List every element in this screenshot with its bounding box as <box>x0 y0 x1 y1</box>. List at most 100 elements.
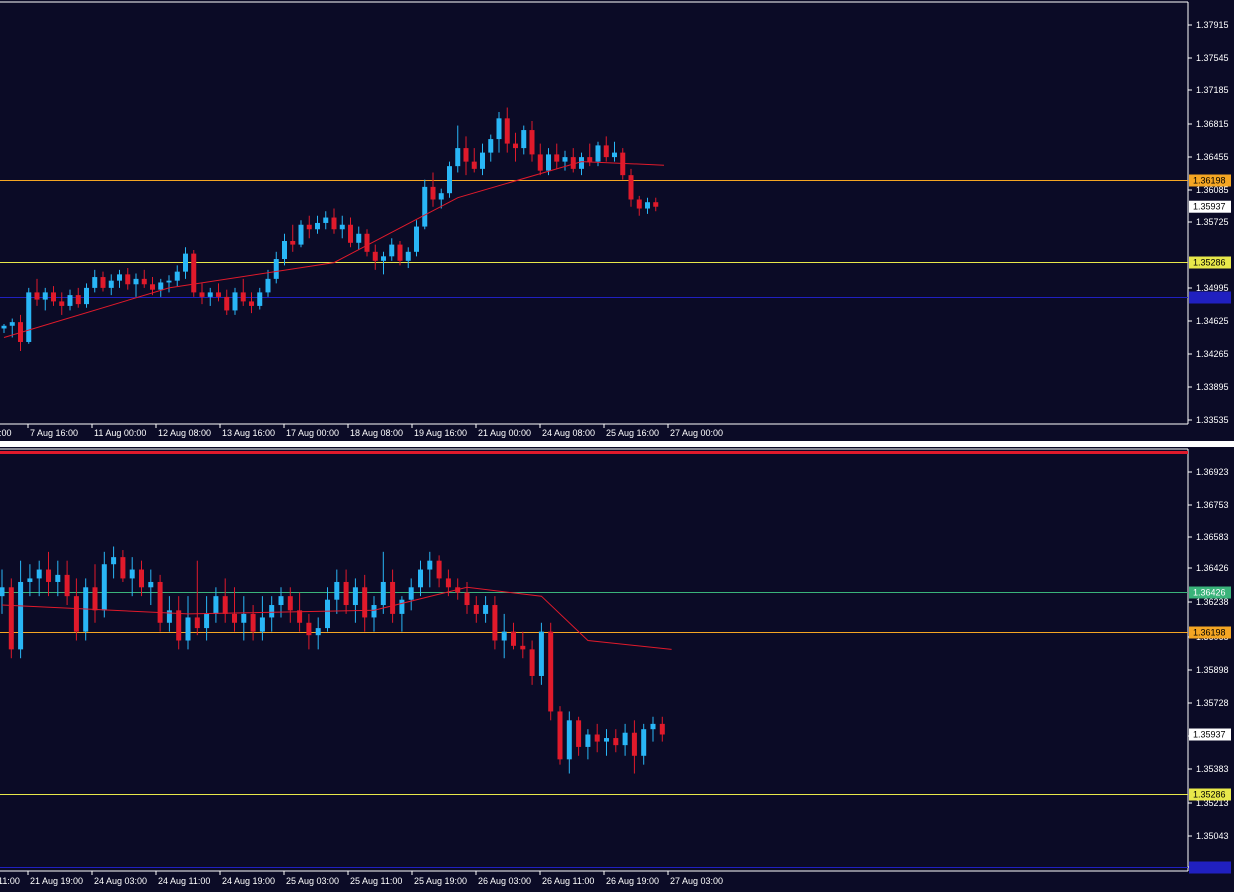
pane0-candle-body[interactable] <box>414 226 419 252</box>
pane0-candle-body[interactable] <box>513 143 518 149</box>
pane0-candle-body[interactable] <box>224 296 230 311</box>
pane1-candle-body[interactable] <box>120 557 126 579</box>
pane0-candle-body[interactable] <box>389 244 395 257</box>
pane0-candle-body[interactable] <box>323 217 329 223</box>
pane0-candle-body[interactable] <box>191 253 197 293</box>
pane0-candle-body[interactable] <box>67 295 73 306</box>
pane1-candle-body[interactable] <box>380 581 386 606</box>
pane1-candle-body[interactable] <box>343 581 349 606</box>
pane0-candle-body[interactable] <box>463 148 469 162</box>
pane1-candle-body[interactable] <box>204 613 210 629</box>
pane0-candle-body[interactable] <box>166 280 172 283</box>
pane0-candle-body[interactable] <box>612 152 617 158</box>
pane1-candle-body[interactable] <box>287 596 293 611</box>
pane1-candle-body[interactable] <box>585 734 591 747</box>
pane1-candle-body[interactable] <box>520 645 526 650</box>
pane1-candle-body[interactable] <box>232 613 237 623</box>
pane0-candle-body[interactable] <box>59 301 65 306</box>
pane1-candle-body[interactable] <box>464 592 470 606</box>
pane0-candle-body[interactable] <box>653 202 659 207</box>
pane1-candle-body[interactable] <box>650 723 656 730</box>
pane1-candle-body[interactable] <box>139 569 144 588</box>
pane1-candle-body[interactable] <box>0 587 5 597</box>
pane0-candle-body[interactable] <box>51 292 56 302</box>
pane0-candle-body[interactable] <box>42 292 48 300</box>
pane0-candle-body[interactable] <box>117 274 122 281</box>
pane0-candle-body[interactable] <box>249 301 254 306</box>
pane0-candle-body[interactable] <box>183 253 188 272</box>
pane0-candle-body[interactable] <box>356 233 362 243</box>
pane0-candle-body[interactable] <box>554 154 560 162</box>
pane1-candle-body[interactable] <box>427 560 433 570</box>
pane1-candle-body[interactable] <box>129 569 135 579</box>
pane1-candle-body[interactable] <box>64 574 70 597</box>
pane0-candle-body[interactable] <box>488 139 494 153</box>
pane1-candle-body[interactable] <box>641 729 647 756</box>
pane0-candle-body[interactable] <box>372 251 378 261</box>
bottom-chart-pane[interactable]: 1.369231.367531.365831.364261.362381.360… <box>0 447 1234 892</box>
pane0-candle-body[interactable] <box>645 202 650 209</box>
bottom-chart-canvas[interactable]: 1.369231.367531.365831.364261.362381.360… <box>0 447 1234 892</box>
pane1-candle-body[interactable] <box>576 720 582 747</box>
pane0-candle-body[interactable] <box>199 292 205 297</box>
pane0-candle-body[interactable] <box>628 175 634 200</box>
pane1-candle-body[interactable] <box>306 622 312 636</box>
pane1-candle-body[interactable] <box>436 560 442 579</box>
pane0-candle-body[interactable] <box>125 274 131 285</box>
pane0-candle-body[interactable] <box>603 145 609 158</box>
top-chart-canvas[interactable]: 1.379151.375451.371851.368151.364551.360… <box>0 0 1234 441</box>
pane1-candle-body[interactable] <box>334 581 340 600</box>
pane0-candle-body[interactable] <box>405 251 411 261</box>
pane0-candle-body[interactable] <box>537 154 543 171</box>
pane1-candle-body[interactable] <box>390 581 396 614</box>
pane1-candle-body[interactable] <box>278 596 284 606</box>
pane0-candle-body[interactable] <box>562 157 568 162</box>
pane0-candle-body[interactable] <box>75 295 81 305</box>
pane0-candle-body[interactable] <box>306 224 312 230</box>
pane0-candle-body[interactable] <box>158 282 164 290</box>
pane0-candle-body[interactable] <box>348 224 353 243</box>
pane0-candle-body[interactable] <box>546 154 551 171</box>
top-chart-pane[interactable]: 1.37915 1.37545 1.37185 1.36815 1.36455 1.360… <box>0 0 1234 441</box>
pane1-candle-body[interactable] <box>613 738 619 746</box>
pane1-candle-body[interactable] <box>315 628 321 636</box>
pane1-candle-body[interactable] <box>501 631 507 641</box>
pane1-candle-body[interactable] <box>73 596 79 632</box>
pane1-candle-body[interactable] <box>55 574 61 582</box>
pane0-candle-body[interactable] <box>430 186 436 200</box>
pane1-candle-body[interactable] <box>418 569 423 588</box>
pane0-candle-body[interactable] <box>26 292 32 342</box>
pane0-candle-body[interactable] <box>9 322 15 326</box>
pane1-candle-body[interactable] <box>659 723 665 735</box>
pane1-candle-body[interactable] <box>222 596 228 614</box>
pane1-candle-body[interactable] <box>166 610 172 623</box>
pane0-candle-body[interactable] <box>273 259 279 279</box>
pane1-candle-body[interactable] <box>604 738 609 742</box>
pane0-candle-body[interactable] <box>339 224 345 230</box>
pane0-candle-body[interactable] <box>232 292 238 311</box>
pane1-candle-body[interactable] <box>269 605 275 618</box>
pane1-candle-body[interactable] <box>27 578 33 582</box>
pane1-candle-body[interactable] <box>194 617 200 629</box>
pane0-candle-body[interactable] <box>216 292 221 297</box>
pane1-candle-body[interactable] <box>148 581 154 588</box>
pane1-candle-body[interactable] <box>483 605 489 614</box>
pane0-candle-body[interactable] <box>141 278 147 285</box>
pane1-candle-body[interactable] <box>101 564 107 611</box>
pane0-candle-body[interactable] <box>290 240 296 245</box>
pane1-candle-body[interactable] <box>250 613 256 632</box>
pane0-candle-body[interactable] <box>331 217 337 230</box>
pane0-candle-body[interactable] <box>1 325 7 329</box>
pane0-candle-body[interactable] <box>480 152 485 169</box>
pane1-candle-body[interactable] <box>92 587 98 611</box>
pane1-candle-body[interactable] <box>511 631 516 646</box>
pane0-candle-body[interactable] <box>174 271 180 281</box>
pane1-candle-body[interactable] <box>176 610 182 641</box>
pane1-candle-body[interactable] <box>473 605 479 614</box>
pane1-candle-body[interactable] <box>538 631 544 676</box>
pane1-candle-body[interactable] <box>325 599 330 629</box>
pane1-candle-body[interactable] <box>18 581 24 650</box>
pane0-candle-body[interactable] <box>636 199 642 209</box>
pane1-candle-body[interactable] <box>241 613 247 623</box>
pane1-candle-body[interactable] <box>213 596 219 614</box>
